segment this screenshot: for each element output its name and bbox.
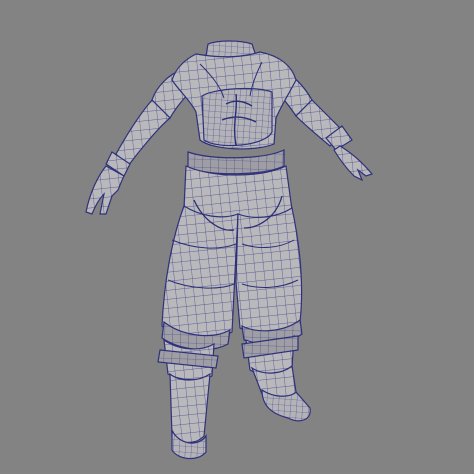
left-pant-leg	[161, 205, 239, 340]
waist-belt	[187, 149, 285, 175]
wireframe-render	[85, 40, 374, 460]
right-pant-leg	[235, 207, 303, 334]
3d-viewport[interactable]	[0, 0, 474, 474]
torso	[171, 40, 297, 175]
left-forearm	[115, 99, 171, 167]
left-arm	[85, 69, 197, 215]
trousers	[161, 165, 303, 351]
right-hand	[333, 145, 374, 182]
left-hand	[85, 165, 125, 215]
left-boot-shaft	[169, 372, 211, 444]
boots	[157, 334, 311, 460]
